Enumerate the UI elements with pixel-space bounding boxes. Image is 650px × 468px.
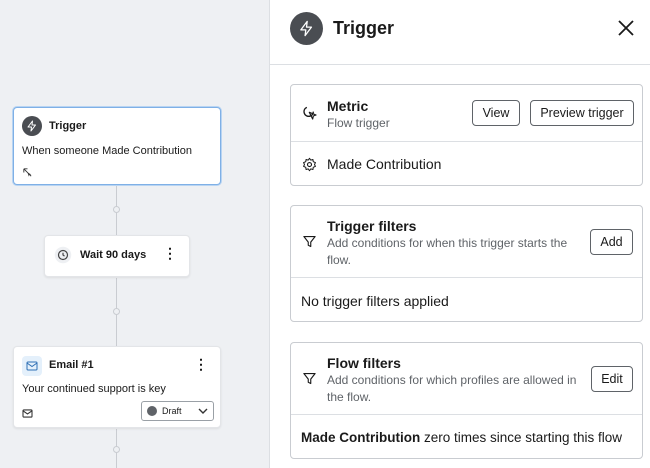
email-node-menu-button[interactable]: ⋮ (194, 357, 208, 371)
preview-trigger-button[interactable]: Preview trigger (530, 100, 634, 126)
flow-filter-condition-rest: zero times since starting this flow (420, 430, 623, 445)
email-status-value: Draft (162, 406, 182, 416)
flow-filters-description: Add conditions for which profiles are al… (327, 373, 577, 404)
mail-icon (22, 405, 33, 423)
flow-canvas[interactable]: Trigger When someone Made Contribution W… (0, 0, 269, 468)
connector-add-point[interactable] (113, 308, 120, 315)
clock-icon (54, 246, 72, 269)
flow-filters-title: Flow filters (327, 355, 401, 371)
view-button[interactable]: View (472, 100, 520, 126)
gear-icon (302, 157, 317, 177)
email-node[interactable]: Email #1 ⋮ Your continued support is key… (13, 346, 221, 428)
funnel-icon (302, 234, 317, 254)
metric-title: Metric (327, 98, 369, 114)
trigger-filters-empty-text: No trigger filters applied (301, 293, 449, 309)
lightning-icon (290, 12, 323, 45)
connector-add-point[interactable] (113, 446, 120, 453)
add-trigger-filter-button[interactable]: Add (590, 229, 633, 255)
email-node-title: Email #1 (49, 359, 94, 371)
panel-header: Trigger (270, 0, 650, 65)
connector-add-point[interactable] (113, 206, 120, 213)
trigger-filters-title: Trigger filters (327, 218, 417, 234)
metric-value: Made Contribution (327, 156, 442, 172)
wait-node[interactable]: Wait 90 days ⋮ (44, 235, 190, 277)
draft-icon (147, 406, 157, 416)
trigger-filters-card: Trigger filters Add conditions for when … (290, 205, 643, 322)
flow-filter-condition-metric: Made Contribution (301, 430, 421, 445)
email-status-select[interactable]: Draft (141, 401, 214, 421)
funnel-icon (302, 371, 317, 391)
wait-node-label: Wait 90 days (80, 249, 147, 261)
panel-title: Trigger (333, 18, 395, 38)
wait-node-menu-button[interactable]: ⋮ (163, 246, 177, 260)
trigger-node-description: When someone Made Contribution (22, 145, 192, 157)
email-node-subject: Your continued support is key (22, 383, 166, 395)
metric-subtitle: Flow trigger (327, 116, 390, 130)
trigger-settings-panel: Trigger Metric Flow trigger View Preview… (269, 0, 650, 468)
flow-filter-condition: Made Contribution zero times since start… (301, 430, 622, 445)
trigger-filters-description: Add conditions for when this trigger sta… (327, 236, 568, 267)
chevron-down-icon (198, 406, 208, 416)
edit-flow-filter-button[interactable]: Edit (591, 366, 633, 392)
trigger-node[interactable]: Trigger When someone Made Contribution (13, 107, 221, 185)
metric-cursor-icon (302, 105, 318, 126)
mail-icon (22, 356, 42, 376)
lightning-icon (22, 116, 42, 136)
trigger-node-title: Trigger (49, 120, 87, 132)
metric-cursor-icon (22, 165, 33, 183)
close-icon[interactable] (615, 17, 637, 39)
flow-filters-card: Flow filters Add conditions for which pr… (290, 342, 643, 459)
metric-card: Metric Flow trigger View Preview trigger… (290, 84, 643, 186)
